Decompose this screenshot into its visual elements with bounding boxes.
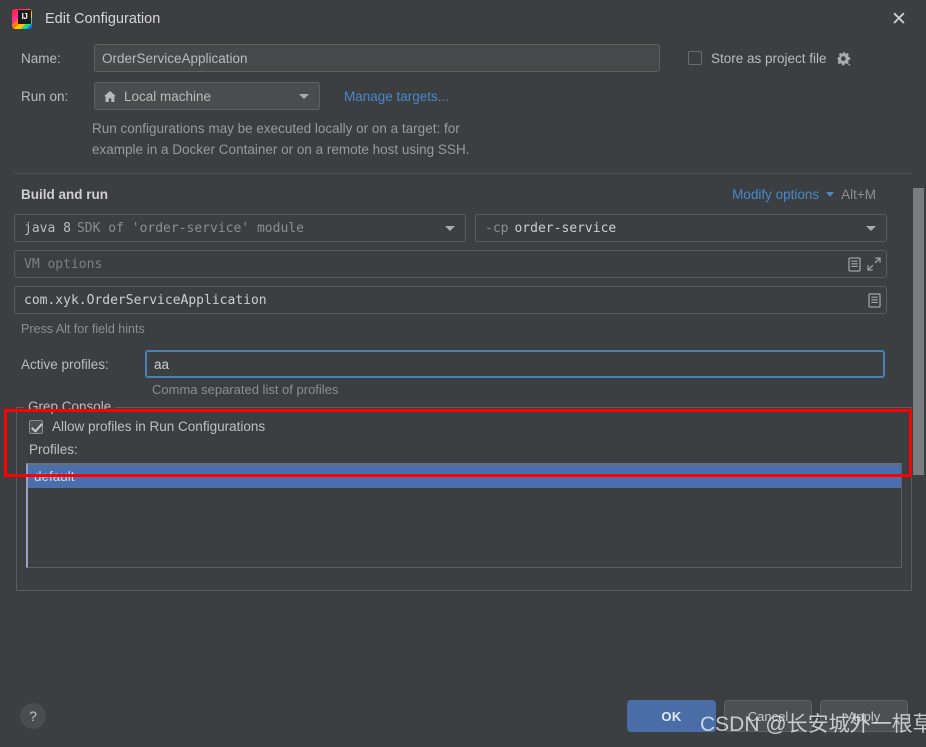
intellij-idea-logo-icon: IJ bbox=[12, 9, 32, 29]
vm-options-field[interactable]: VM options bbox=[14, 250, 887, 278]
configuration-name-input[interactable] bbox=[94, 44, 660, 72]
dialog-title: Edit Configuration bbox=[45, 11, 161, 27]
store-as-project-file-checkbox[interactable] bbox=[688, 51, 702, 65]
allow-profiles-checkbox[interactable] bbox=[29, 419, 43, 434]
vm-options-row: VM options bbox=[0, 250, 926, 278]
profiles-list-label: Profiles: bbox=[29, 442, 78, 457]
modify-options-group[interactable]: Modify options Alt+M bbox=[732, 187, 912, 202]
cp-prefix: -cp bbox=[485, 220, 509, 236]
name-row: Name: Store as project file bbox=[0, 38, 926, 78]
chevron-down-icon bbox=[866, 225, 876, 231]
grep-console-legend: Grep Console bbox=[24, 399, 116, 414]
field-hint-text: Press Alt for field hints bbox=[21, 322, 145, 336]
targets-hint-line-1: Run configurations may be executed local… bbox=[92, 121, 460, 136]
dialog-titlebar: IJ Edit Configuration ✕ bbox=[0, 0, 926, 38]
classpath-module-combobox[interactable]: -cp order-service bbox=[475, 214, 887, 242]
document-icon[interactable] bbox=[868, 292, 881, 308]
cancel-button[interactable]: Cancel bbox=[724, 700, 812, 732]
main-class-value: com.xyk.OrderServiceApplication bbox=[24, 292, 267, 308]
footer-buttons: OK Cancel Apply bbox=[627, 700, 910, 732]
cp-module-name: order-service bbox=[514, 220, 617, 236]
run-on-target-value: Local machine bbox=[124, 88, 212, 104]
ok-button[interactable]: OK bbox=[627, 700, 716, 732]
store-as-project-file-group[interactable]: Store as project file bbox=[688, 50, 853, 67]
modify-options-link[interactable]: Modify options bbox=[732, 187, 819, 202]
jre-sdk-combobox[interactable]: java 8 SDK of 'order-service' module bbox=[14, 214, 466, 242]
sdk-suffix: SDK of 'order-service' module bbox=[76, 220, 304, 236]
active-profiles-input[interactable] bbox=[145, 350, 885, 378]
allow-profiles-row[interactable]: Allow profiles in Run Configurations bbox=[29, 419, 902, 434]
active-profiles-label: Active profiles: bbox=[21, 356, 109, 372]
home-icon bbox=[103, 90, 117, 103]
targets-hint-line-2: example in a Docker Container or on a re… bbox=[92, 142, 470, 157]
chevron-down-icon bbox=[826, 191, 835, 197]
chevron-down-icon bbox=[299, 93, 309, 99]
vm-options-placeholder: VM options bbox=[24, 256, 103, 272]
gear-icon[interactable] bbox=[836, 50, 853, 67]
manage-targets-link[interactable]: Manage targets... bbox=[344, 89, 449, 104]
build-and-run-title: Build and run bbox=[21, 186, 108, 202]
sdk-and-classpath-row: java 8 SDK of 'order-service' module -cp… bbox=[0, 214, 926, 242]
document-icon[interactable] bbox=[848, 256, 861, 272]
settings-scrollbar[interactable] bbox=[913, 188, 924, 475]
list-item[interactable]: default bbox=[28, 465, 901, 488]
name-label: Name: bbox=[21, 50, 61, 66]
profiles-list[interactable]: default bbox=[26, 463, 902, 568]
run-on-label: Run on: bbox=[21, 88, 69, 104]
active-profiles-hint: Comma separated list of profiles bbox=[152, 382, 339, 397]
active-profiles-row: Active profiles: bbox=[0, 350, 926, 378]
run-on-target-combobox[interactable]: Local machine bbox=[94, 82, 320, 110]
chevron-down-icon bbox=[445, 225, 455, 231]
allow-profiles-label: Allow profiles in Run Configurations bbox=[52, 419, 266, 434]
store-as-project-file-label: Store as project file bbox=[711, 50, 827, 66]
build-and-run-header: Build and run Modify options Alt+M bbox=[0, 174, 926, 214]
close-icon[interactable]: ✕ bbox=[886, 6, 912, 32]
sdk-prefix: java 8 bbox=[24, 220, 71, 236]
modify-options-shortcut: Alt+M bbox=[841, 186, 876, 202]
main-class-field[interactable]: com.xyk.OrderServiceApplication bbox=[14, 286, 887, 314]
apply-button[interactable]: Apply bbox=[820, 700, 908, 732]
help-button[interactable]: ? bbox=[20, 703, 46, 729]
run-on-row: Run on: Local machine Manage targets... bbox=[0, 78, 926, 114]
grep-console-panel: Grep Console Allow profiles in Run Confi… bbox=[16, 399, 912, 591]
dialog-footer: ? OK Cancel Apply bbox=[0, 685, 926, 747]
targets-hint: Run configurations may be executed local… bbox=[0, 118, 926, 160]
expand-icon[interactable] bbox=[867, 257, 881, 271]
main-class-row: com.xyk.OrderServiceApplication bbox=[0, 286, 926, 314]
